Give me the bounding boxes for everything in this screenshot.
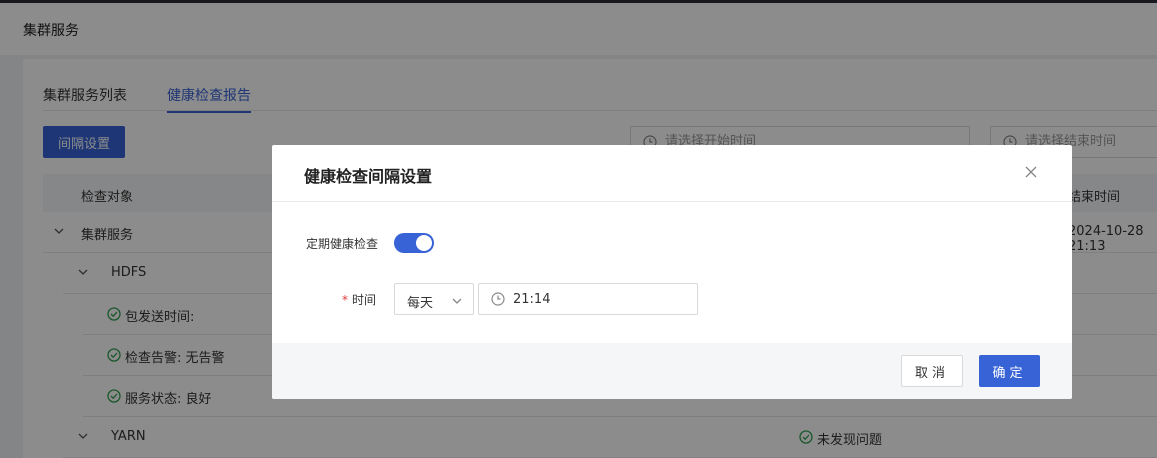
dialog-title: 健康检查间隔设置 [304, 167, 433, 186]
frequency-value: 每天 [407, 296, 434, 311]
clock-icon [491, 292, 505, 306]
time-label: * 时间 [342, 291, 376, 308]
dialog-footer: 取消 确定 [272, 343, 1072, 399]
periodic-check-label: 定期健康检查 [306, 237, 379, 251]
time-picker-input[interactable]: 21:14 [478, 283, 698, 315]
chevron-down-icon [452, 298, 462, 304]
required-asterisk: * [342, 293, 348, 307]
periodic-check-toggle[interactable] [394, 233, 434, 253]
cancel-button[interactable]: 取消 [901, 355, 963, 387]
frequency-select[interactable]: 每天 [394, 283, 474, 315]
close-icon[interactable] [1023, 164, 1039, 180]
time-label-text: 时间 [352, 293, 377, 307]
toggle-knob [416, 235, 432, 251]
dialog-divider [272, 201, 1072, 202]
interval-settings-dialog: 健康检查间隔设置 定期健康检查 * 时间 每天 21:14 取消 确定 [272, 145, 1072, 399]
confirm-button[interactable]: 确定 [979, 355, 1040, 387]
time-value: 21:14 [513, 292, 551, 307]
